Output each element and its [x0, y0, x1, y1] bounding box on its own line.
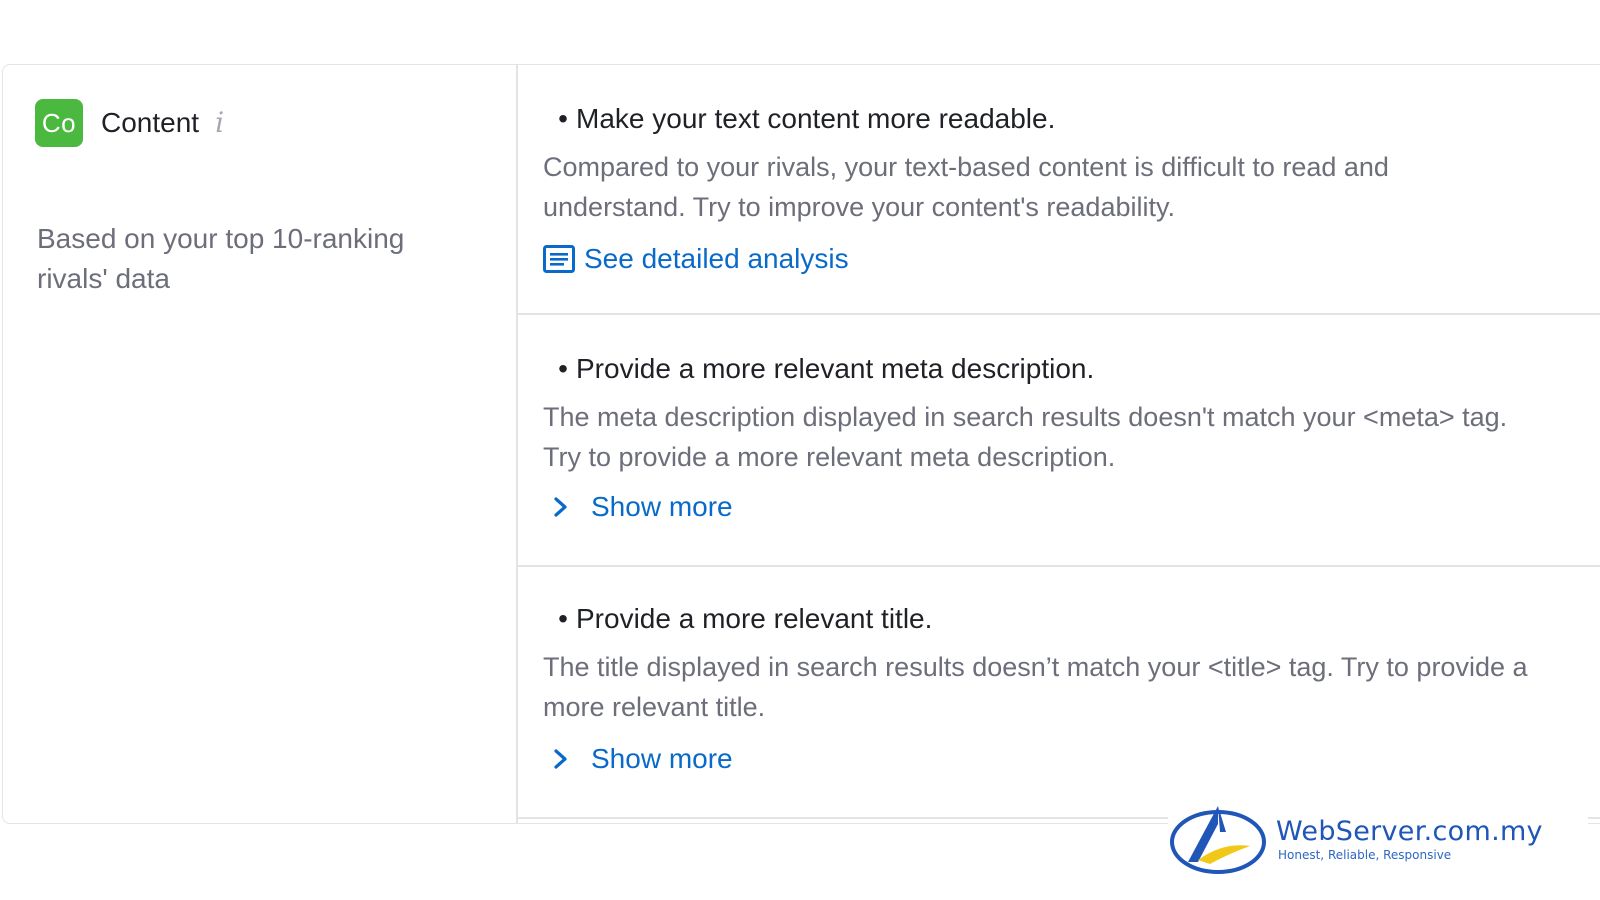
- link-label: Show more: [591, 743, 733, 774]
- bullet: •: [558, 603, 568, 634]
- bullet: •: [558, 353, 568, 384]
- show-more-button[interactable]: Show more: [543, 743, 733, 775]
- chevron-right-icon: [554, 749, 567, 769]
- category-column: Co Content i Based on your top 10-rankin…: [3, 65, 518, 823]
- info-icon[interactable]: i: [215, 109, 224, 137]
- watermark: WebServer.com.my Honest, Reliable, Respo…: [1168, 800, 1588, 880]
- issue-title: • Provide a more relevant title.: [554, 603, 932, 635]
- issue-title: • Make your text content more readable.: [554, 103, 1055, 135]
- watermark-name: WebServer.com.my: [1276, 816, 1543, 847]
- issue-title: • Provide a more relevant meta descriptio…: [554, 353, 1094, 385]
- issue-description: The meta description displayed in search…: [543, 402, 1508, 472]
- issue-title-text: Provide a more relevant title.: [576, 603, 933, 634]
- watermark-tagline: Honest, Reliable, Responsive: [1278, 848, 1452, 862]
- document-icon: [543, 245, 575, 273]
- show-more-button[interactable]: Show more: [543, 491, 733, 523]
- issue-item: • Provide a more relevant meta descriptio…: [518, 315, 1600, 567]
- issue-description: Compared to your rivals, your text-based…: [543, 152, 1389, 222]
- link-label: Show more: [591, 491, 733, 522]
- issue-title-text: Provide a more relevant meta description…: [576, 353, 1095, 384]
- category-header: Co Content i: [35, 99, 224, 147]
- bullet: •: [558, 103, 568, 134]
- issue-item: • Make your text content more readable. C…: [518, 65, 1600, 315]
- issue-item: • Provide a more relevant title. The titl…: [518, 567, 1600, 819]
- see-detailed-analysis-link[interactable]: See detailed analysis: [543, 243, 849, 275]
- category-badge: Co: [35, 99, 83, 147]
- content-issues-panel: Co Content i Based on your top 10-rankin…: [2, 64, 1600, 824]
- category-title: Content: [101, 107, 200, 138]
- issue-description: The title displayed in search results do…: [543, 652, 1528, 722]
- chevron-right-icon: [554, 497, 567, 517]
- webserver-logo-icon: [1170, 806, 1266, 874]
- category-subtitle: Based on your top 10-ranking rivals' dat…: [37, 223, 405, 294]
- link-label: See detailed analysis: [584, 243, 849, 274]
- issues-column: • Make your text content more readable. C…: [518, 65, 1600, 823]
- issue-title-text: Make your text content more readable.: [576, 103, 1056, 134]
